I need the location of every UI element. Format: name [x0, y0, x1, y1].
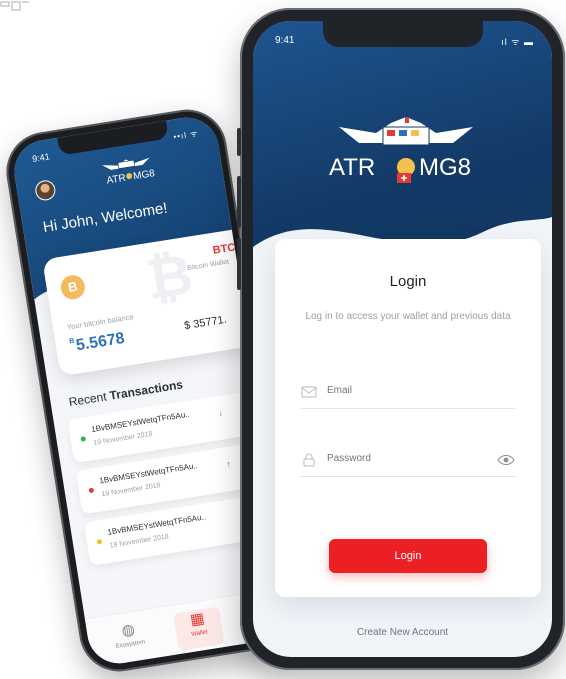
status-dot: [96, 538, 103, 545]
login-button[interactable]: Login: [329, 539, 487, 573]
password-field[interactable]: Password: [301, 447, 515, 477]
transaction-date: 19 November 2018: [93, 430, 153, 447]
login-card: Login Log in to access your wallet and p…: [275, 239, 541, 597]
brand-logo: ATR MG8: [329, 117, 473, 183]
transaction-hash: 1BvBMSEYstWetqTFn5Au..: [90, 409, 191, 435]
transaction-date: 19 November 2018: [101, 482, 162, 499]
lock-icon: [303, 453, 315, 467]
create-account-link[interactable]: Create New Account: [253, 627, 552, 638]
email-placeholder: Email: [327, 385, 353, 396]
side-button: [237, 128, 241, 156]
brand-text-left: ATR: [329, 154, 375, 181]
side-button: [237, 176, 241, 228]
svg-text:MG8: MG8: [132, 168, 156, 182]
status-dot: [88, 487, 95, 494]
balance-amount: 5.5678: [74, 329, 126, 355]
status-time: 9:41: [275, 35, 295, 46]
email-field[interactable]: Email: [301, 379, 515, 409]
transaction-date: 19 November 2018: [109, 533, 170, 550]
tab-wallet[interactable]: ▦ Wallet: [173, 606, 225, 652]
mail-icon: [301, 386, 317, 398]
balance-label: Your bitcoin balance: [66, 312, 135, 332]
brand-text-right: MG8: [419, 154, 471, 181]
login-title: Login: [389, 273, 427, 290]
login-screen: 9:41 ıl ᯤ ▬ ATR MG8 Login Log in to acce…: [253, 21, 552, 657]
tab-ecosystem[interactable]: ◍ Ecosystem: [104, 617, 155, 662]
bitcoin-watermark-icon: ₿: [141, 241, 197, 312]
arrow-down-icon: ↓: [217, 407, 224, 418]
status-icons: ıl ᯤ ▬: [501, 37, 534, 47]
transaction-hash: 1BvBMSEYstWetqTFn5Au..: [106, 512, 207, 537]
bitcoin-coin-icon: B: [59, 273, 87, 301]
balance-value: B5.5678: [69, 330, 126, 356]
login-phone-mockup: 9:41 ıl ᯤ ▬ ATR MG8 Login Log in to acce…: [237, 8, 565, 670]
status-dot: [80, 436, 87, 442]
recent-bold: Transactions: [108, 377, 184, 403]
side-button: [237, 238, 241, 290]
eye-icon[interactable]: [497, 453, 515, 467]
balance-usd: $ 35771.: [183, 313, 228, 333]
svg-text:ATR: ATR: [106, 173, 127, 187]
arrow-up-icon: ↑: [225, 458, 232, 470]
recent-prefix: Recent: [67, 388, 111, 410]
login-subtitle: Log in to access your wallet and previou…: [305, 311, 511, 322]
transaction-hash: 1BvBMSEYstWetqTFn5Au..: [98, 460, 199, 486]
corner-logo: [0, 1, 29, 11]
wallet-label: Bitcoin Wallet: [186, 258, 230, 273]
currency-code: BTC: [211, 241, 237, 257]
password-placeholder: Password: [327, 453, 371, 464]
phone-notch: [322, 21, 483, 47]
